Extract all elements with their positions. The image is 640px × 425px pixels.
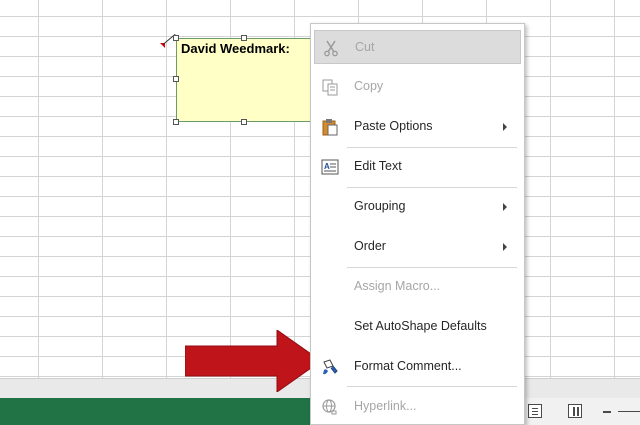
menu-separator [347,267,517,268]
menu-item-grouping[interactable]: Grouping [314,190,521,224]
menu-item-label: Grouping [354,199,406,213]
menu-item-format-comment[interactable]: Format Comment... [314,350,521,384]
scissors-icon [321,38,341,58]
zoom-out-icon[interactable] [603,411,611,413]
comment-author: David Weedmark: [181,41,290,56]
menu-item-edit-text[interactable]: A Edit Text [314,150,521,184]
zoom-slider[interactable] [618,411,640,412]
menu-item-cut[interactable]: Cut [314,30,521,64]
menu-item-label: Hyperlink... [354,399,417,413]
menu-item-label: Assign Macro... [354,279,441,293]
menu-item-copy[interactable]: Copy [314,70,521,104]
menu-item-paste-options[interactable]: Paste Options [314,110,521,144]
menu-item-order[interactable]: Order [314,230,521,264]
globe-link-icon [320,397,340,417]
normal-view-icon[interactable] [528,404,542,418]
menu-item-label: Copy [354,79,384,93]
resize-handle-bottom[interactable] [241,119,247,125]
menu-item-label: Order [354,239,386,253]
red-pointer-arrow [185,330,322,392]
menu-separator [347,386,517,387]
menu-item-label: Edit Text [354,159,402,173]
resize-handle-top-left[interactable] [173,35,179,41]
menu-item-label: Cut [355,40,375,54]
context-menu: Cut Copy Paste Options A Edit Text Group… [310,23,525,425]
submenu-arrow-icon [503,123,507,131]
menu-item-hyperlink[interactable]: Hyperlink... [314,390,521,424]
submenu-arrow-icon [503,203,507,211]
submenu-arrow-icon [503,243,507,251]
edit-text-icon: A [320,157,340,177]
resize-handle-top[interactable] [241,35,247,41]
menu-item-label: Paste Options [354,119,433,133]
menu-item-label: Set AutoShape Defaults [354,319,487,333]
page-layout-view-icon[interactable] [568,404,582,418]
resize-handle-bottom-left[interactable] [173,119,179,125]
menu-item-set-autoshape-defaults[interactable]: Set AutoShape Defaults [314,310,521,344]
menu-separator [347,187,517,188]
resize-handle-left[interactable] [173,76,179,82]
menu-separator [347,147,517,148]
format-paint-icon [320,357,340,377]
svg-text:A: A [324,162,330,171]
comment-box[interactable]: David Weedmark: [176,38,326,122]
menu-item-label: Format Comment... [354,359,462,373]
copy-icon [320,77,340,97]
menu-item-assign-macro[interactable]: Assign Macro... [314,270,521,304]
clipboard-icon [320,117,340,137]
status-bar-view-controls [518,398,640,425]
